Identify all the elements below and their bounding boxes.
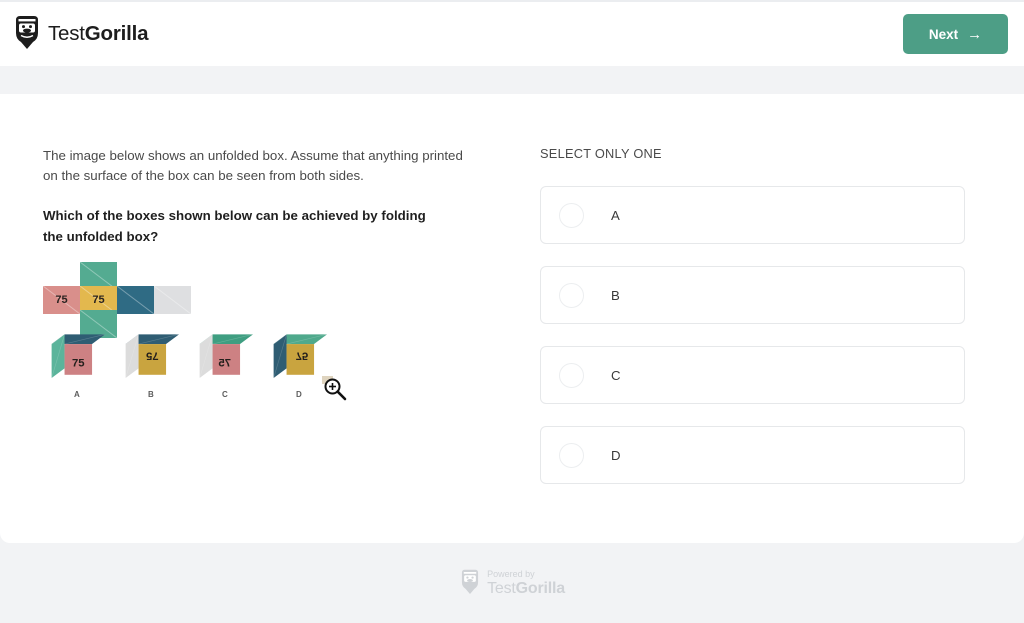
svg-text:75: 75 (218, 357, 231, 369)
cube-label: A (73, 390, 81, 399)
answer-option-label: B (611, 287, 620, 303)
cube-label: B (147, 390, 155, 399)
question-prompt: Which of the boxes shown below can be ac… (43, 208, 426, 244)
arrow-right-icon: → (967, 25, 983, 43)
question-column: The image below shows an unfolded box. A… (43, 146, 473, 247)
header-spacer-band (0, 66, 1024, 94)
zoom-in-magnifier-icon (322, 376, 347, 401)
fold-crease-line (154, 286, 191, 314)
svg-text:75: 75 (146, 349, 159, 361)
brand-name-bold: Gorilla (84, 22, 149, 45)
radio-button[interactable] (559, 282, 584, 308)
cube-illustration: 75 (124, 334, 179, 379)
answer-option-a[interactable]: A (540, 186, 965, 244)
cube-option-a[interactable]: 75 A (43, 330, 111, 399)
cube-option-b[interactable]: 75 B (117, 330, 185, 399)
cube-illustration: 75 (50, 334, 105, 379)
net-cell-number: 75 (55, 294, 68, 306)
gorilla-head-icon (16, 16, 38, 49)
cube-option-c[interactable]: 75 C (191, 330, 259, 399)
net-cell-left-face: 75 (43, 286, 80, 314)
svg-text:75: 75 (295, 349, 308, 361)
fold-crease-line (117, 286, 154, 314)
answer-option-c[interactable]: C (540, 346, 965, 404)
page-footer: Powered by TestGorilla (0, 543, 1024, 623)
brand-logo: TestGorilla (12, 15, 149, 53)
brand-name-light: Test (48, 22, 85, 45)
answer-option-label: A (611, 207, 620, 223)
gorilla-head-icon (462, 569, 479, 594)
radio-button[interactable] (559, 362, 584, 388)
answer-option-label: C (611, 367, 621, 383)
unfolded-box-diagram: 75 75 (43, 262, 191, 338)
powered-by-label: Powered by (487, 568, 535, 579)
select-only-one-label: SELECT ONLY ONE (540, 146, 662, 161)
answer-option-b[interactable]: B (540, 266, 965, 324)
next-button-label: Next (928, 26, 959, 42)
cube-illustration: 75 (272, 334, 327, 379)
radio-button[interactable] (559, 202, 584, 228)
answer-option-d[interactable]: D (540, 426, 965, 484)
cube-illustration: 75 (198, 334, 253, 379)
question-intro: The image below shows an unfolded box. A… (43, 148, 463, 184)
question-card: The image below shows an unfolded box. A… (0, 94, 1024, 543)
radio-button[interactable] (559, 442, 584, 468)
net-cell-right-face (117, 286, 154, 314)
footer-brand-name: TestGorilla (487, 579, 565, 597)
answers-column: SELECT ONLY ONE A B C D (540, 146, 965, 506)
answer-option-label: D (611, 447, 621, 463)
cube-label: C (221, 390, 229, 399)
net-cell-number: 75 (92, 294, 105, 306)
net-cell-far-face (154, 286, 191, 314)
brand-text: TestGorilla (48, 22, 149, 46)
next-button[interactable]: Next → (903, 14, 1008, 54)
app-header: TestGorilla Next → (0, 0, 1024, 66)
svg-text:75: 75 (72, 357, 85, 369)
footer-brand: Powered by TestGorilla (459, 569, 565, 597)
